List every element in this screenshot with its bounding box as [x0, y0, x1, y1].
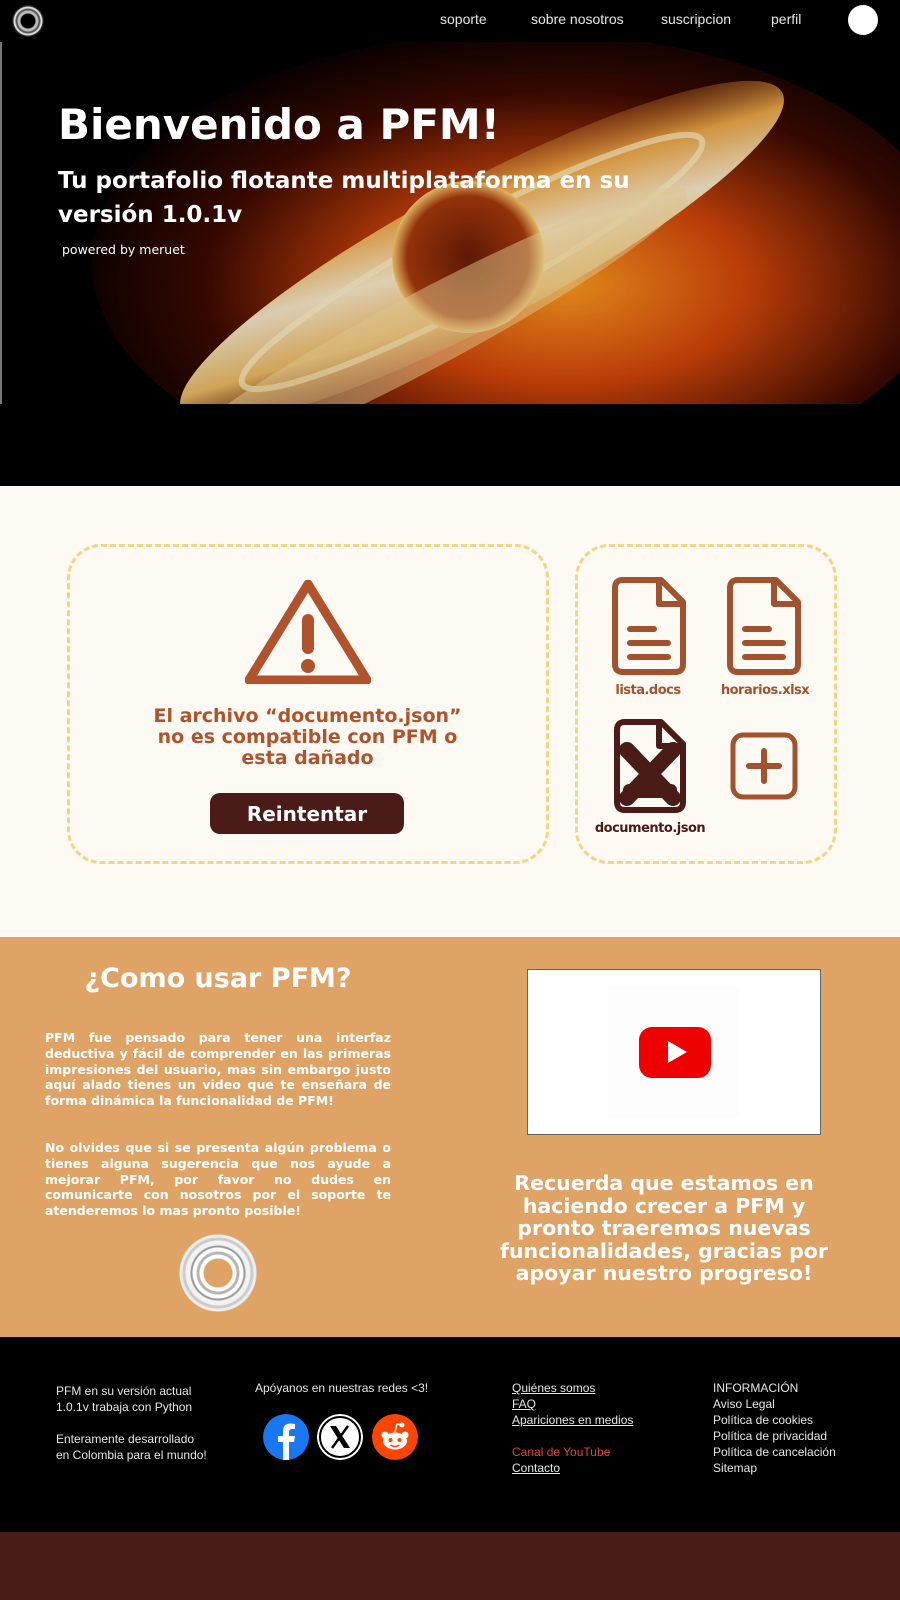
- footer-about-line: en Colombia para el mundo!: [56, 1448, 207, 1462]
- footer-info: INFORMACIÓN Aviso Legal Política de cook…: [713, 1380, 836, 1476]
- nav-link-suscripcion[interactable]: suscripcion: [661, 11, 731, 27]
- bottom-bar: [0, 1532, 900, 1600]
- logo-icon[interactable]: [12, 5, 44, 37]
- document-icon[interactable]: [611, 576, 687, 676]
- file-label: horarios.xlsx: [720, 683, 810, 698]
- howto-paragraph: PFM fue pensado para tener una interfaz …: [45, 1030, 391, 1109]
- top-nav: soporte sobre nosotros suscripcion perfi…: [0, 0, 900, 42]
- youtube-play-icon[interactable]: [639, 1027, 711, 1078]
- hero-subtitle: Tu portafolio flotante multiplataforma e…: [58, 168, 630, 228]
- retry-button[interactable]: Reintentar: [210, 793, 404, 834]
- nav-link-soporte[interactable]: soporte: [440, 11, 487, 27]
- footer-link-aviso-legal[interactable]: Aviso Legal: [713, 1396, 836, 1412]
- video-player[interactable]: [527, 969, 821, 1135]
- pfm-spiral-logo: [178, 1233, 258, 1313]
- footer-info-heading: INFORMACIÓN: [713, 1381, 799, 1395]
- reminder-text: Recuerda que estamos en haciendo crecer …: [500, 1171, 828, 1285]
- nav-link-perfil[interactable]: perfil: [771, 11, 801, 27]
- document-icon[interactable]: [726, 576, 802, 676]
- facebook-icon[interactable]: [263, 1414, 309, 1460]
- footer-links: Quiénes somos FAQ Apariciones en medios …: [512, 1380, 633, 1476]
- error-message: El archivo “documento.json” no es compat…: [153, 705, 462, 769]
- footer-link-cancelacion[interactable]: Política de cancelación: [713, 1444, 836, 1460]
- footer-link-privacidad[interactable]: Política de privacidad: [713, 1428, 836, 1444]
- footer-about-line: PFM en su versión actual: [56, 1384, 192, 1398]
- footer-about: PFM en su versión actual 1.0.1v trabaja …: [56, 1383, 207, 1463]
- x-twitter-icon[interactable]: [317, 1414, 363, 1460]
- nav-link-sobre-nosotros[interactable]: sobre nosotros: [531, 11, 624, 27]
- footer-link-sitemap[interactable]: Sitemap: [713, 1460, 836, 1476]
- profile-avatar[interactable]: [848, 5, 878, 35]
- footer-link-faq[interactable]: FAQ: [512, 1396, 633, 1412]
- howto-title: ¿Como usar PFM?: [84, 963, 352, 994]
- file-label: lista.docs: [615, 683, 681, 698]
- hero-title: Bienvenido a PFM!: [58, 100, 500, 149]
- corrupted-file-icon[interactable]: [613, 718, 687, 814]
- hero-banner: Bienvenido a PFM! Tu portafolio flotante…: [0, 42, 900, 404]
- play-icon: [668, 1041, 687, 1063]
- footer-link-cookies[interactable]: Política de cookies: [713, 1412, 836, 1428]
- file-label: documento.json: [594, 821, 706, 836]
- footer-about-line: 1.0.1v trabaja con Python: [56, 1400, 193, 1414]
- footer-link-youtube[interactable]: Canal de YouTube: [512, 1444, 633, 1460]
- howto-paragraph: No olvides que si se presenta algún prob…: [45, 1140, 391, 1219]
- footer-link-contacto[interactable]: Contacto: [512, 1460, 633, 1476]
- footer-about-line: Enteramente desarrollado: [56, 1432, 195, 1446]
- add-file-icon[interactable]: [730, 732, 798, 800]
- social-title: Apóyanos en nuestras redes <3!: [255, 1381, 429, 1395]
- reddit-icon[interactable]: [372, 1414, 418, 1460]
- footer-link-apariciones[interactable]: Apariciones en medios: [512, 1412, 633, 1428]
- hero-powered-by: powered by meruet: [62, 242, 185, 257]
- hero-bottom-band: [0, 404, 900, 486]
- footer-link-quienes-somos[interactable]: Quiénes somos: [512, 1380, 633, 1396]
- warning-icon: [245, 580, 371, 684]
